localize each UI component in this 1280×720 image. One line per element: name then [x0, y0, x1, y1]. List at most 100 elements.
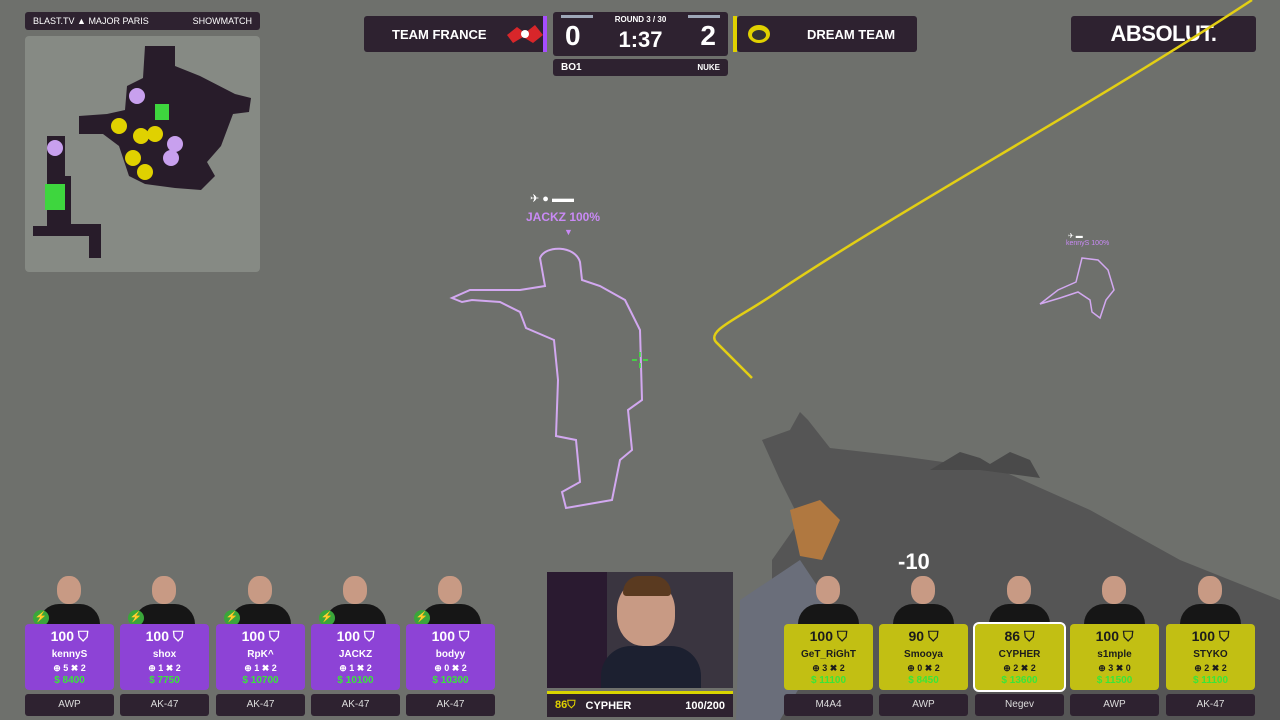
player-card: ⚡ 100 ⛉ kennyS ⊕ 5 ✖ 2 $ 8400 AWP [25, 572, 114, 718]
pov-player-bar: 86⛉ CYPHER 100/200 [547, 691, 733, 717]
pov-name: CYPHER [585, 699, 632, 712]
pov-ammo: 100/200 [685, 699, 725, 712]
player-kd: ⊕ 3 ✖ 0 [1098, 663, 1131, 673]
player-stats: 100 ⛉ bodyy ⊕ 0 ✖ 2 $ 10300 [406, 624, 495, 690]
player-stats: 100 ⛉ s1mple ⊕ 3 ✖ 0 $ 11500 [1070, 624, 1159, 690]
player-head [911, 576, 935, 604]
player-card: ⚡ 100 ⛉ RpK^ ⊕ 1 ✖ 2 $ 10700 AK-47 [216, 572, 305, 718]
player-photo [887, 572, 960, 628]
player-head [248, 576, 272, 604]
player-head [152, 576, 176, 604]
player-hp: 100 ⛉ [145, 628, 184, 644]
player-head [816, 576, 840, 604]
far-enemy-nametag: kennyS 100% [1066, 240, 1110, 247]
webcam-chair [547, 572, 607, 688]
player-stats: 100 ⛉ shox ⊕ 1 ✖ 2 $ 7750 [120, 624, 209, 690]
enemy-silhouette [449, 247, 644, 510]
player-loadout: M4A4 [784, 694, 873, 716]
player-loadout: AK-47 [120, 694, 209, 716]
player-loadout: AK-47 [406, 694, 495, 716]
player-money: $ 10300 [432, 675, 469, 686]
player-hp: 100 ⛉ [431, 628, 470, 644]
player-head [57, 576, 81, 604]
player-loadout: AWP [1070, 694, 1159, 716]
player-hp: 100 ⛉ [1191, 628, 1230, 644]
player-money: $ 10700 [242, 675, 279, 686]
player-kd: ⊕ 0 ✖ 2 [907, 663, 940, 673]
enemy-weapon-icon: ✈ ● ▬▬ [530, 193, 574, 205]
player-photo [1174, 572, 1247, 628]
player-hp: 100 ⛉ [809, 628, 848, 644]
webcam-hair [623, 576, 671, 596]
player-money: $ 8400 [54, 675, 85, 686]
player-loadout: AWP [25, 694, 114, 716]
player-kd: ⊕ 3 ✖ 2 [812, 663, 845, 673]
player-kd: ⊕ 1 ✖ 2 [339, 663, 372, 673]
player-card: 86 ⛉ CYPHER ⊕ 2 ✖ 2 $ 13600 Negev [973, 572, 1066, 718]
player-head [438, 576, 462, 604]
player-kd: ⊕ 2 ✖ 2 [1003, 663, 1036, 673]
player-kd: ⊕ 1 ✖ 2 [148, 663, 181, 673]
player-card: ⚡ 100 ⛉ bodyy ⊕ 0 ✖ 2 $ 10300 AK-47 [406, 572, 495, 718]
player-stats: 90 ⛉ Smooya ⊕ 0 ✖ 2 $ 8450 [879, 624, 968, 690]
player-name: s1mple [1097, 649, 1132, 660]
enemy-nametag: JACKZ 100% [526, 210, 601, 224]
player-name: JACKZ [338, 649, 373, 660]
player-money: $ 13600 [1001, 675, 1038, 686]
grenade-trajectory [713, 0, 1253, 379]
player-money: $ 10100 [337, 675, 374, 686]
player-hp: 90 ⛉ [908, 628, 939, 644]
player-loadout: Negev [975, 694, 1064, 716]
player-loadout: AK-47 [1166, 694, 1255, 716]
player-name: shox [152, 649, 177, 660]
player-money: $ 11100 [1192, 675, 1229, 686]
pov-hp: 86⛉ [555, 699, 576, 711]
far-enemy-silhouette [1039, 257, 1115, 320]
player-name: RpK^ [247, 649, 274, 660]
player-loadout: AK-47 [311, 694, 400, 716]
player-money: $ 8450 [908, 675, 939, 686]
player-head [1198, 576, 1222, 604]
enemy-marker-icon: ▼ [564, 227, 573, 237]
player-money: $ 11100 [810, 675, 847, 686]
player-photo [983, 572, 1056, 628]
player-stats: 100 ⛉ kennyS ⊕ 5 ✖ 2 $ 8400 [25, 624, 114, 690]
player-kd: ⊕ 2 ✖ 2 [1194, 663, 1227, 673]
player-stats: 100 ⛉ RpK^ ⊕ 1 ✖ 2 $ 10700 [216, 624, 305, 690]
player-photo [1078, 572, 1151, 628]
player-hp: 100 ⛉ [241, 628, 280, 644]
player-hp: 86 ⛉ [1004, 628, 1035, 644]
player-money: $ 7750 [149, 675, 180, 686]
player-card: ⚡ 100 ⛉ shox ⊕ 1 ✖ 2 $ 7750 AK-47 [120, 572, 209, 718]
player-kd: ⊕ 0 ✖ 2 [434, 663, 467, 673]
player-loadout: AK-47 [216, 694, 305, 716]
player-name: bodyy [435, 649, 466, 660]
player-stats: 86 ⛉ CYPHER ⊕ 2 ✖ 2 $ 13600 [973, 622, 1066, 692]
webcam-shirt [601, 646, 701, 688]
player-webcam [547, 572, 733, 688]
player-kd: ⊕ 1 ✖ 2 [244, 663, 277, 673]
player-stats: 100 ⛉ GeT_RiGhT ⊕ 3 ✖ 2 $ 11100 [784, 624, 873, 690]
player-card: 100 ⛉ s1mple ⊕ 3 ✖ 0 $ 11500 AWP [1070, 572, 1159, 718]
player-money: $ 11500 [1096, 675, 1133, 686]
player-head [1007, 576, 1031, 604]
player-kd: ⊕ 5 ✖ 2 [53, 663, 86, 673]
player-name: STYKO [1193, 649, 1228, 660]
player-head [1102, 576, 1126, 604]
player-stats: 100 ⛉ STYKO ⊕ 2 ✖ 2 $ 11100 [1166, 624, 1255, 690]
player-hp: 100 ⛉ [1095, 628, 1134, 644]
player-name: kennyS [51, 649, 88, 660]
player-name: GeT_RiGhT [800, 649, 856, 660]
player-name: CYPHER [998, 649, 1041, 660]
player-card: 90 ⛉ Smooya ⊕ 0 ✖ 2 $ 8450 AWP [879, 572, 968, 718]
player-loadout: AWP [879, 694, 968, 716]
player-photo [792, 572, 865, 628]
player-card: ⚡ 100 ⛉ JACKZ ⊕ 1 ✖ 2 $ 10100 AK-47 [311, 572, 400, 718]
player-card: 100 ⛉ STYKO ⊕ 2 ✖ 2 $ 11100 AK-47 [1166, 572, 1255, 718]
player-card: 100 ⛉ GeT_RiGhT ⊕ 3 ✖ 2 $ 11100 M4A4 [784, 572, 873, 718]
player-stats: 100 ⛉ JACKZ ⊕ 1 ✖ 2 $ 10100 [311, 624, 400, 690]
player-hp: 100 ⛉ [50, 628, 89, 644]
player-head [343, 576, 367, 604]
player-hp: 100 ⛉ [336, 628, 375, 644]
far-enemy-weapon-icon: ✈ ▬ [1068, 233, 1083, 240]
